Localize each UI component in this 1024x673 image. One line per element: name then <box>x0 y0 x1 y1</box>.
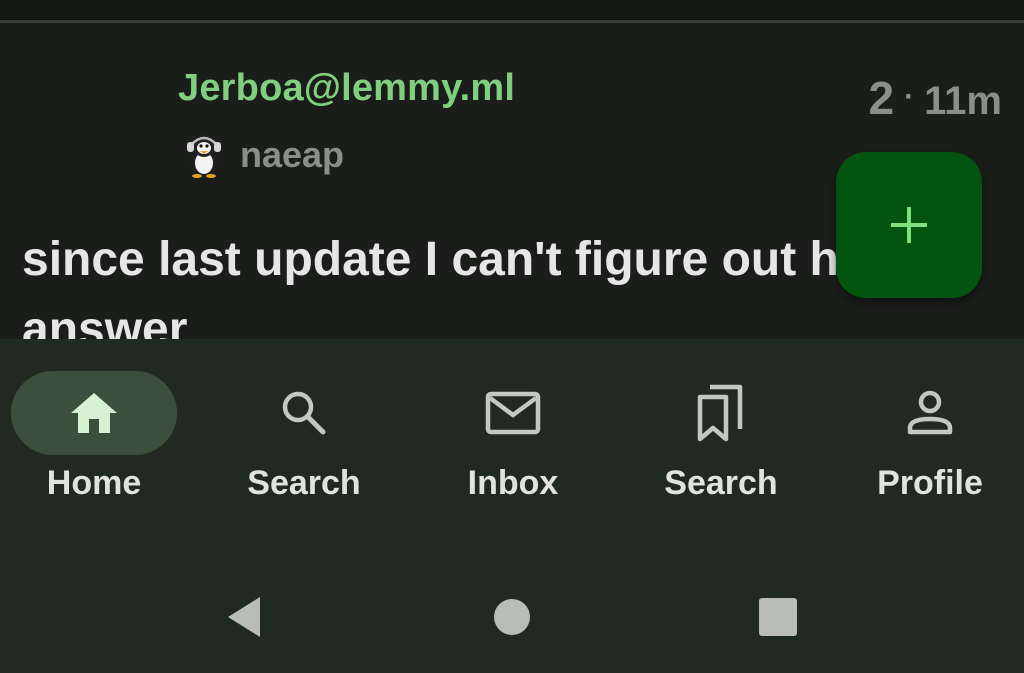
system-recents-button[interactable] <box>748 587 808 647</box>
recents-icon <box>759 598 797 636</box>
home-circle-icon <box>494 599 530 635</box>
nav-icon-container <box>638 371 804 455</box>
nav-item-inbox[interactable]: Inbox <box>413 369 613 519</box>
nav-active-indicator <box>11 371 177 455</box>
nav-label-home: Home <box>46 464 142 502</box>
nav-label-bookmarks: Search <box>664 464 778 502</box>
post-timestamp: 11m <box>924 79 1002 123</box>
score-count: 2 <box>868 72 895 124</box>
nav-item-home[interactable]: Home <box>0 369 194 519</box>
back-icon <box>228 597 260 637</box>
author-avatar[interactable] <box>180 131 228 179</box>
search-icon <box>282 391 326 435</box>
system-back-button[interactable] <box>214 587 274 647</box>
bookmarks-icon <box>697 384 743 442</box>
meta-separator: · <box>904 80 915 113</box>
mail-icon <box>485 391 541 435</box>
nav-icon-container <box>221 371 387 455</box>
post-meta: 2 · 11m <box>869 71 1002 125</box>
author-row[interactable]: naeap <box>180 131 344 179</box>
create-post-fab[interactable] <box>836 152 982 298</box>
home-icon <box>71 393 117 433</box>
nav-item-search[interactable]: Search <box>204 369 404 519</box>
author-name[interactable]: naeap <box>240 134 344 176</box>
nav-item-profile[interactable]: Profile <box>830 369 1024 519</box>
nav-icon-container <box>847 371 1013 455</box>
community-link[interactable]: Jerboa@lemmy.ml <box>178 67 515 110</box>
bottom-navigation: Home Search Inbox Search Profile <box>0 339 1024 673</box>
plus-icon <box>891 207 927 243</box>
nav-label-inbox: Inbox <box>467 464 559 502</box>
person-icon <box>907 390 953 435</box>
nav-item-bookmarks[interactable]: Search <box>621 369 821 519</box>
nav-label-profile: Profile <box>877 464 983 502</box>
status-bar-area <box>0 0 1024 22</box>
nav-label-search: Search <box>247 464 361 502</box>
nav-icon-container <box>430 371 596 455</box>
system-home-button[interactable] <box>482 587 542 647</box>
app-screen: Jerboa@lemmy.ml naeap 2 · 11m since last… <box>0 0 1024 673</box>
